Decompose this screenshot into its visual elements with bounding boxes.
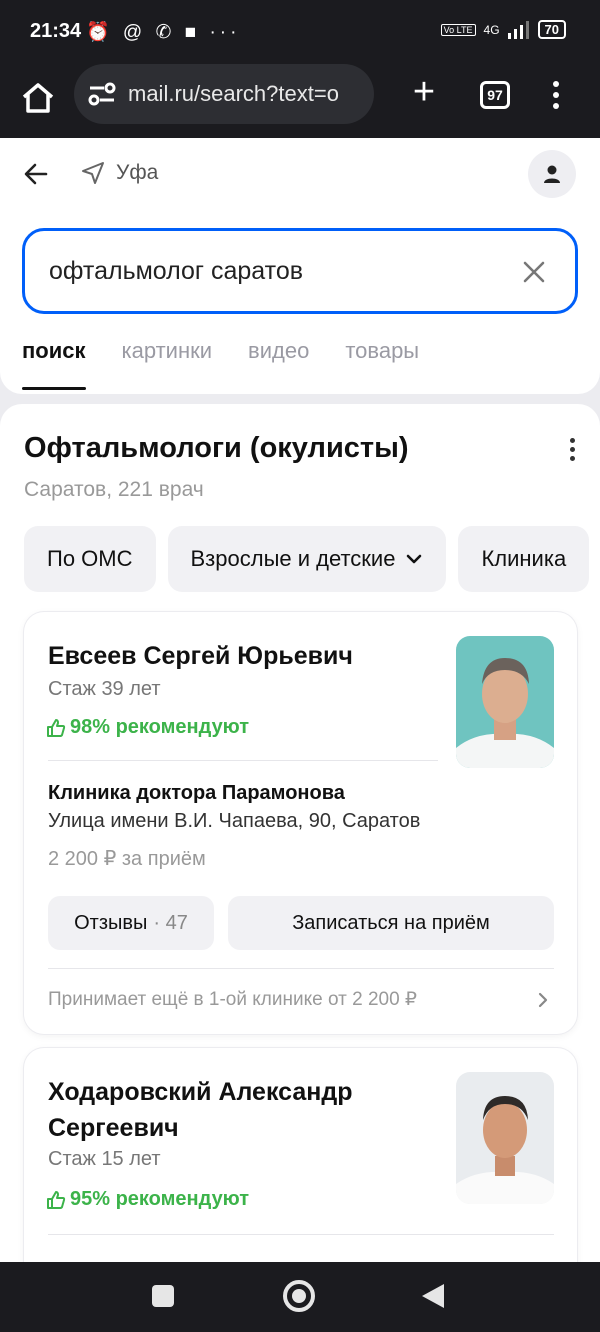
result-title[interactable]: Офтальмологи (окулисты) <box>24 432 409 465</box>
tab-search[interactable]: поиск <box>22 338 86 390</box>
doctor-card[interactable]: Евсеев Сергей Юрьевич Стаж 39 лет 98% ре… <box>24 612 577 1034</box>
browser-toolbar: mail.ru/search?text=o + 97 <box>0 64 600 138</box>
status-bar: 21:34 ⏰ @ ✆ ■ ··· Vo LTE 4G 70 <box>0 0 600 64</box>
chip-label: По ОМС <box>47 546 133 571</box>
close-icon[interactable] <box>519 257 549 287</box>
clinic-name[interactable]: Клиника доктора Парамонова <box>48 782 345 805</box>
volte-icon: Vo LTE <box>440 23 476 36</box>
reviews-label: Отзывы <box>74 911 148 934</box>
recents-icon[interactable] <box>152 1285 174 1307</box>
back-arrow-icon[interactable] <box>22 160 50 195</box>
divider <box>48 968 554 969</box>
thumbs-up-icon <box>47 718 66 737</box>
chip-clinic[interactable]: Клиника <box>458 526 590 592</box>
avatar[interactable] <box>528 150 576 198</box>
more-vert-icon[interactable] <box>546 78 566 112</box>
more-clinics-link[interactable]: Принимает ещё в 1-ой клинике от 2 200 ₽ <box>48 988 417 1011</box>
divider <box>48 760 438 761</box>
chip-label: Взрослые и детские <box>190 546 396 571</box>
doctors-result: Офтальмологи (окулисты) Саратов, 221 вра… <box>0 404 600 1284</box>
result-subtitle: Саратов, 221 врач <box>24 478 204 501</box>
search-header: Уфа поиск картинки видео товары <box>0 138 600 394</box>
tab-video[interactable]: видео <box>248 338 309 390</box>
divider <box>48 1234 554 1235</box>
home-icon[interactable] <box>18 78 58 118</box>
status-time: 21:34 <box>30 20 82 42</box>
chip-label: Клиника <box>481 546 567 571</box>
location-arrow-icon <box>82 162 104 184</box>
url-bar[interactable]: mail.ru/search?text=o <box>74 64 374 124</box>
doctor-card[interactable]: Ходаровский Александр Сергеевич Стаж 15 … <box>24 1048 577 1284</box>
user-icon <box>544 165 560 183</box>
notification-icons: ⏰ @ ✆ ■ ··· <box>86 22 241 43</box>
visit-price: 2 200 ₽ за приём <box>48 848 206 870</box>
chevron-down-icon <box>407 554 422 564</box>
doctor-name[interactable]: Евсеев Сергей Юрьевич <box>48 638 428 674</box>
tab-goods[interactable]: товары <box>345 338 419 390</box>
plus-icon[interactable]: + <box>404 72 444 112</box>
search-tabs: поиск картинки видео товары <box>22 338 419 390</box>
doctor-name[interactable]: Ходаровский Александр Сергеевич <box>48 1074 428 1146</box>
recommend-rate: 98% рекомендуют <box>46 716 249 739</box>
status-right: Vo LTE 4G 70 <box>440 20 566 39</box>
chip-age[interactable]: Взрослые и детские <box>167 526 447 592</box>
more-vert-icon[interactable] <box>562 436 582 466</box>
back-triangle-icon[interactable] <box>422 1284 444 1308</box>
recommend-label: 95% рекомендуют <box>70 1188 250 1210</box>
home-circle-icon[interactable] <box>283 1280 315 1312</box>
signal-icon <box>507 20 529 39</box>
search-input[interactable] <box>49 249 489 293</box>
search-box[interactable] <box>22 228 578 314</box>
site-settings-icon[interactable] <box>88 82 116 106</box>
reviews-count: · 47 <box>153 911 188 934</box>
chevron-right-icon[interactable] <box>536 990 550 1010</box>
reviews-button[interactable]: Отзывы · 47 <box>48 896 214 950</box>
url-text[interactable]: mail.ru/search?text=o <box>128 81 339 107</box>
doctor-experience: Стаж 39 лет <box>48 678 161 700</box>
recommend-label: 98% рекомендуют <box>70 716 250 738</box>
network-label: 4G <box>483 22 500 37</box>
chip-oms[interactable]: По ОМС <box>24 526 156 592</box>
filter-chips: По ОМС Взрослые и детские Клиника <box>24 526 590 592</box>
battery-icon: 70 <box>537 20 566 39</box>
doctor-photo <box>456 636 554 768</box>
clinic-address: Улица имени В.И. Чапаева, 90, Саратов <box>48 810 421 832</box>
tab-count-button[interactable]: 97 <box>480 81 510 109</box>
system-nav-bar <box>0 1262 600 1332</box>
doctor-experience: Стаж 15 лет <box>48 1148 161 1170</box>
doctor-photo <box>456 1072 554 1204</box>
location-label: Уфа <box>116 161 159 184</box>
thumbs-up-icon <box>47 1190 66 1209</box>
location-selector[interactable]: Уфа <box>80 160 158 186</box>
book-appointment-button[interactable]: Записаться на приём <box>228 896 554 950</box>
tab-images[interactable]: картинки <box>122 338 213 390</box>
recommend-rate: 95% рекомендуют <box>46 1188 249 1211</box>
